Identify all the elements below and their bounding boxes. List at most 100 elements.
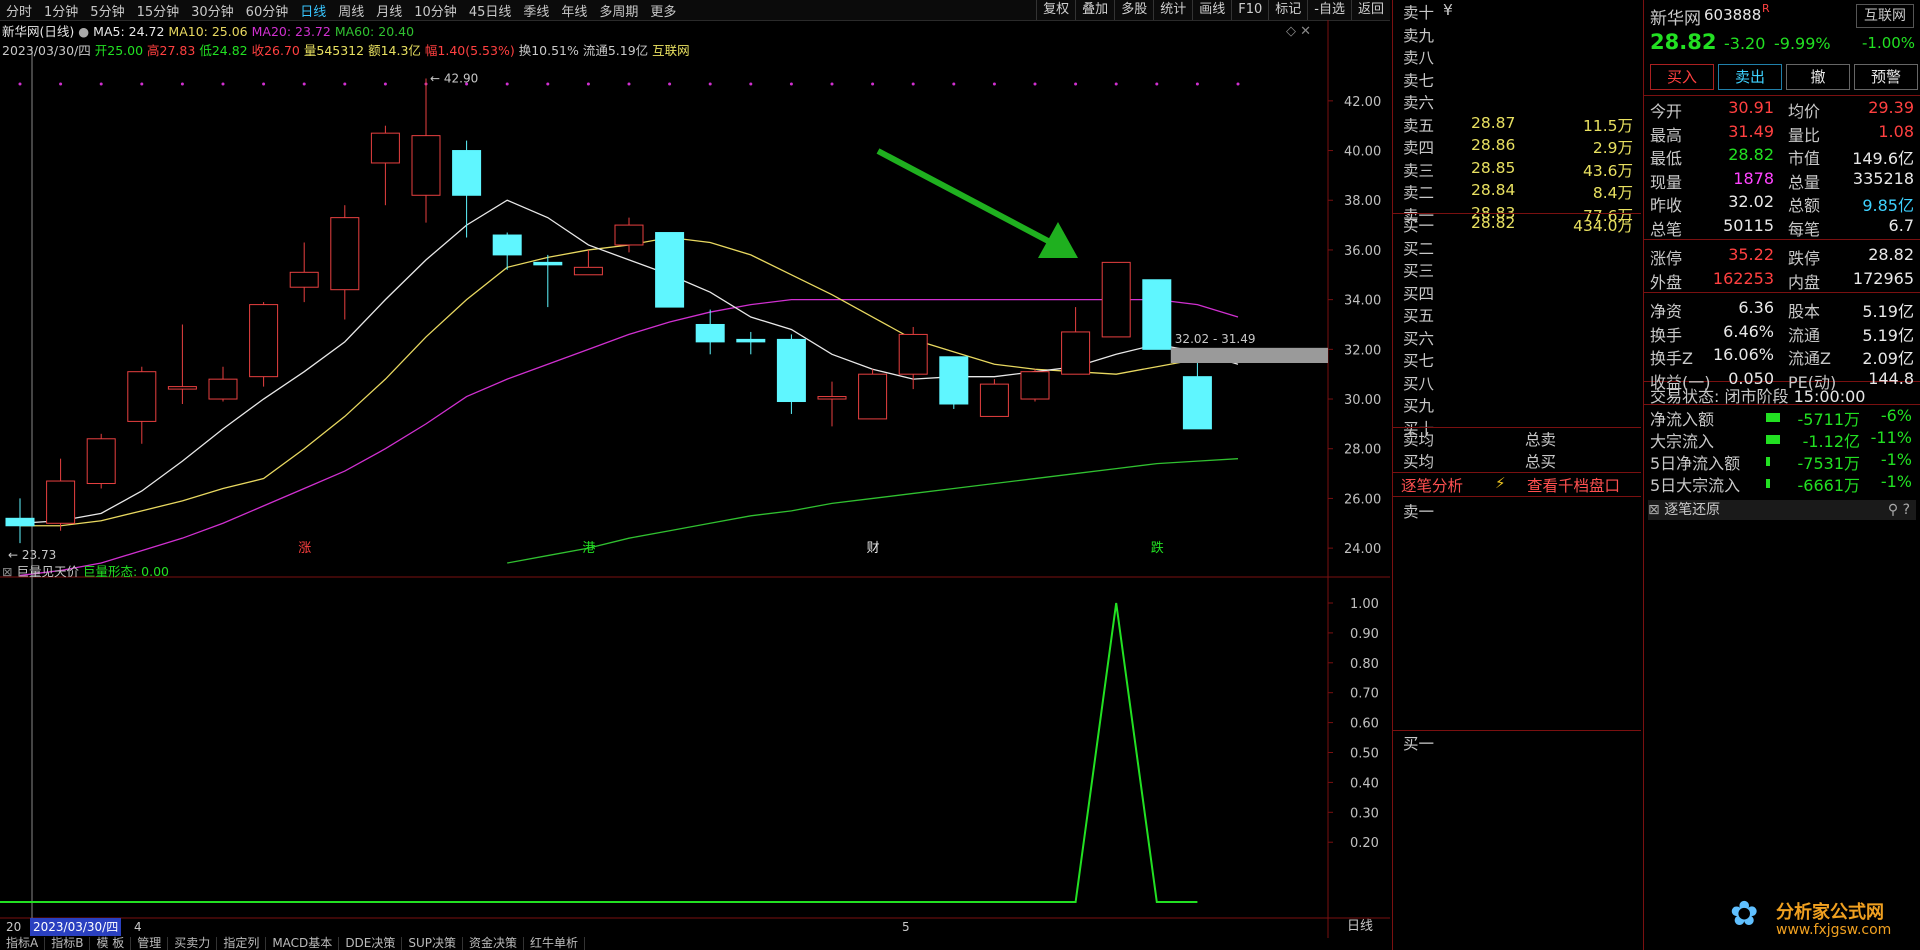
book-row[interactable]: 卖八 [1403,46,1641,68]
indicator-tab-10[interactable]: 红牛单析 [524,937,586,950]
chart-options-icon[interactable]: ◇ ✕ [1286,24,1311,39]
book-row[interactable]: 卖七 [1403,69,1641,91]
tab-4[interactable]: 30分钟 [185,1,240,20]
toolbar-button-6[interactable]: 标记 [1268,0,1307,20]
period-label[interactable]: 日线 [1330,918,1390,936]
candle[interactable] [533,254,563,308]
indicator-tab-9[interactable]: 资金决策 [463,937,525,950]
book-row[interactable]: 卖三 28.85 43.6万 [1403,159,1641,181]
indicator-tab-3[interactable]: 管理 [131,937,169,950]
book-row[interactable]: 买四 [1403,282,1641,304]
book-row[interactable]: 卖六 [1403,91,1641,113]
tab-6[interactable]: 日线 [294,1,332,20]
candle[interactable] [208,366,238,402]
tab-9[interactable]: 10分钟 [408,1,463,20]
toolbar-button-3[interactable]: 统计 [1153,0,1192,20]
candle[interactable] [1061,307,1091,375]
book-volume: 434.0万 [1573,217,1633,235]
indicator-tab-6[interactable]: MACD基本 [266,937,340,950]
candle[interactable] [411,78,441,223]
candle[interactable] [573,249,603,276]
depth-link[interactable]: 查看千档盘口 [1527,474,1620,496]
candle[interactable] [46,458,76,531]
toolbar-button-4[interactable]: 画线 [1192,0,1231,20]
book-row[interactable]: 买二 [1403,237,1641,259]
tab-2[interactable]: 5分钟 [84,1,130,20]
candle[interactable] [817,381,847,427]
book-row[interactable]: 买一 28.82 434.0万 [1403,214,1641,236]
buy-button[interactable]: 买入 [1650,64,1714,90]
indicator-tab-0[interactable]: 指标A [0,937,46,950]
settings-icon[interactable]: ● [78,24,89,39]
candle[interactable] [1020,369,1050,402]
sell-button[interactable]: 卖出 [1718,64,1782,90]
book-row[interactable]: 买三 [1403,259,1641,281]
candle[interactable] [1101,261,1131,338]
sector-badge[interactable]: 互联网 [1856,4,1914,28]
candle[interactable] [1142,279,1172,350]
indicator-tab-1[interactable]: 指标B [45,937,91,950]
toolbar-button-2[interactable]: 多股 [1114,0,1153,20]
candle[interactable] [1182,361,1212,430]
candle[interactable] [249,302,279,387]
cancel-order-button[interactable]: 撤 [1786,64,1850,90]
book-row[interactable]: 买七 [1403,349,1641,371]
book-row[interactable]: 卖十 ¥ [1403,1,1641,23]
candle[interactable] [330,205,360,320]
tab-11[interactable]: 季线 [517,1,555,20]
tab-3[interactable]: 15分钟 [131,1,186,20]
candle[interactable] [979,379,1009,417]
candle[interactable] [167,324,197,404]
candle[interactable] [655,232,685,308]
tab-10[interactable]: 45日线 [463,1,518,20]
indicator-tab-7[interactable]: DDE决策 [339,937,403,950]
alert-button[interactable]: 预警 [1854,64,1918,90]
candle[interactable] [858,369,888,420]
tab-1[interactable]: 1分钟 [38,1,84,20]
candle[interactable] [5,498,35,544]
candle[interactable] [452,140,482,238]
candle[interactable] [939,356,969,409]
candle[interactable] [86,433,116,489]
bar-range: 幅1.40(5.53%) [424,43,515,58]
indicator-tab-2[interactable]: 模 板 [90,937,132,950]
toolbar-button-5[interactable]: F10 [1231,0,1268,20]
trade-analysis-link[interactable]: 逐笔分析 [1401,474,1463,496]
tab-0[interactable]: 分时 [0,1,38,20]
toolbar-button-7[interactable]: -自选 [1307,0,1351,20]
book-row[interactable]: 买六 [1403,327,1641,349]
time-axis: 20 2023/03/30/四 4 5 [0,918,1330,936]
tab-14[interactable]: 更多 [644,1,682,20]
candle[interactable] [370,125,400,206]
book-row[interactable]: 卖二 28.84 8.4万 [1403,181,1641,203]
candle[interactable] [492,232,522,270]
book-row[interactable]: 卖九 [1403,24,1641,46]
kline-chart[interactable]: 42.00 40.00 38.00 36.00 34.00 32.00 30.00 28.00… [0,20,1390,938]
tab-7[interactable]: 周线 [332,1,370,20]
book-row[interactable]: 卖四 28.86 2.9万 [1403,136,1641,158]
toolbar-button-8[interactable]: 返回 [1350,0,1390,20]
indicator-tab-8[interactable]: SUP决策 [402,937,464,950]
toolbar-button-1[interactable]: 叠加 [1075,0,1114,20]
indicator-close-icon[interactable]: ⊠ [2,564,12,579]
tab-12[interactable]: 年线 [555,1,593,20]
book-row[interactable]: 卖五 28.87 11.5万 [1403,114,1641,136]
candle[interactable] [127,366,157,444]
ind-y-tick-label: 0.60 [1350,717,1379,732]
book-row[interactable]: 买九 [1403,394,1641,416]
tab-13[interactable]: 多周期 [593,1,644,20]
book-row[interactable]: 买八 [1403,372,1641,394]
candle[interactable] [614,217,644,253]
toolbar-button-0[interactable]: 复权 [1036,0,1075,20]
candle[interactable] [736,331,766,355]
candle[interactable] [695,309,725,355]
trade-restore-header[interactable]: ⊠ 逐笔还原 ⚲ ? [1648,500,1916,520]
indicator-tab-5[interactable]: 指定列 [217,937,267,950]
book-row[interactable]: 买五 [1403,304,1641,326]
indicator-tab-4[interactable]: 买卖力 [168,937,218,950]
tab-8[interactable]: 月线 [370,1,408,20]
candle[interactable] [776,334,806,414]
candle[interactable] [898,326,928,390]
tab-5[interactable]: 60分钟 [240,1,295,20]
candle[interactable] [289,242,319,303]
